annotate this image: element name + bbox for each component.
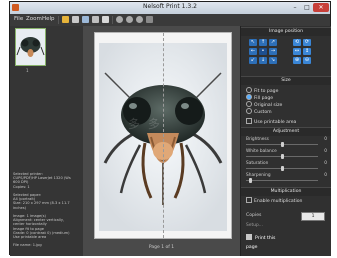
save-icon[interactable]	[72, 16, 79, 23]
print-button[interactable]: Print this page	[246, 234, 286, 250]
saturation-slider[interactable]: Saturation 0	[246, 161, 328, 171]
slider-value: 0	[324, 137, 327, 142]
settings-panel: Image position ↖ ↑ ↗ ← • → ↙ ↓ ↘ ⟲ ⟳ ↔ ↕…	[240, 26, 331, 256]
size-header: Size	[241, 76, 331, 85]
preview-icon[interactable]	[102, 16, 109, 23]
section-title: Image position	[268, 29, 304, 34]
info-line: File name: 1.jpg	[13, 243, 42, 248]
maximize-button[interactable]: □	[301, 3, 313, 12]
brightness-slider[interactable]: Brightness 0	[246, 137, 328, 147]
slider-handle[interactable]	[281, 154, 284, 159]
close-button[interactable]: ✕	[313, 3, 329, 12]
app-window: Nelsoft Print 1.3.2 – □ ✕ File Zoom Help	[9, 1, 331, 256]
toolbar-separator	[112, 16, 113, 24]
align-bottom-right-button[interactable]: ↘	[269, 57, 277, 64]
minimize-button[interactable]: –	[289, 3, 301, 12]
copies-label: Copies	[246, 213, 262, 218]
section-title: Multiplication	[270, 189, 302, 194]
toolbar-separator	[58, 16, 59, 24]
rotate-left-button[interactable]: ⟲	[293, 39, 301, 46]
align-top-button[interactable]: ↑	[259, 39, 267, 46]
slider-value: 0	[324, 149, 327, 154]
slider-label: Brightness	[246, 137, 269, 142]
thumbnail-pane: 1 Selected printer: CUPS/PDF/HP LaserJet…	[10, 26, 83, 256]
printer-icon	[246, 234, 252, 240]
align-bottom-button[interactable]: ↓	[259, 57, 267, 64]
watermark: 多 多	[128, 117, 162, 131]
print-preview-area: 多 多 Page 1 of 1	[83, 26, 240, 256]
checkbox-icon	[246, 197, 252, 203]
slider-label: White balance	[246, 149, 277, 154]
checkbox-label: Use printable area	[254, 120, 297, 125]
flip-horizontal-button[interactable]: ↔	[293, 48, 301, 55]
slider-handle[interactable]	[281, 142, 284, 147]
menu-file[interactable]: File	[14, 16, 23, 22]
multiplication-header: Multiplication	[241, 187, 331, 196]
align-top-left-button[interactable]: ↖	[249, 39, 257, 46]
align-right-button[interactable]: →	[269, 48, 277, 55]
menu-zoom[interactable]: Zoom	[26, 16, 42, 22]
paper-page	[94, 32, 232, 239]
copies-input[interactable]: 1	[301, 212, 325, 221]
align-bottom-left-button[interactable]: ↙	[249, 57, 257, 64]
align-left-button[interactable]: ←	[249, 48, 257, 55]
sharpening-slider[interactable]: Sharpening 0	[246, 173, 328, 183]
adjustment-header: Adjustment	[241, 127, 331, 136]
rotate-right-button[interactable]: ⟳	[303, 39, 311, 46]
open-folder-icon[interactable]	[62, 16, 69, 23]
white-balance-slider[interactable]: White balance 0	[246, 149, 328, 159]
print-icon[interactable]	[82, 16, 89, 23]
slider-handle[interactable]	[281, 166, 284, 171]
size-option-custom[interactable]: Custom	[246, 108, 272, 115]
title-bar: Nelsoft Print 1.3.2 – □ ✕	[10, 2, 330, 14]
align-top-right-button[interactable]: ↗	[269, 39, 277, 46]
radio-circle-icon	[246, 87, 252, 93]
align-center-button[interactable]: •	[259, 48, 267, 55]
thumbnail-caption: 1	[26, 68, 29, 73]
zoom-in-icon[interactable]	[116, 16, 123, 23]
center-guide-line	[163, 33, 164, 238]
zoom-image-out-button[interactable]: ⊖	[303, 57, 311, 64]
section-title: Adjustment	[272, 129, 300, 134]
fit-icon[interactable]	[146, 16, 153, 23]
radio-circle-icon	[246, 101, 252, 107]
window-title: Nelsoft Print 1.3.2	[143, 3, 197, 10]
checkbox-icon	[246, 118, 252, 124]
menu-help[interactable]: Help	[42, 16, 55, 22]
size-option-fit-to-page[interactable]: Fit to page	[246, 87, 278, 94]
slider-handle[interactable]	[249, 178, 252, 183]
size-option-original-size[interactable]: Original size	[246, 101, 282, 108]
settings-icon[interactable]	[92, 16, 99, 23]
print-info-panel: Selected printer: CUPS/PDF/HP LaserJet 1…	[13, 172, 81, 248]
zoom-fit-icon[interactable]	[136, 16, 143, 23]
size-option-fill-page[interactable]: Fill page	[246, 94, 273, 101]
section-title: Size	[281, 78, 291, 83]
radio-circle-icon	[246, 108, 252, 114]
image-thumbnail[interactable]	[15, 28, 46, 66]
zoom-out-icon[interactable]	[126, 16, 133, 23]
radio-selected-icon	[246, 94, 252, 100]
page-indicator: Page 1 of 1	[148, 245, 175, 250]
size-option-label: Custom	[254, 110, 272, 115]
zoom-image-in-button[interactable]: ⊕	[293, 57, 301, 64]
use-printable-area-checkbox[interactable]: Use printable area	[246, 118, 296, 125]
slider-label: Saturation	[246, 161, 269, 166]
setup-button[interactable]: Setup...	[246, 223, 263, 228]
beetle-thumbnail-image	[16, 29, 45, 65]
flip-vertical-button[interactable]: ↕	[303, 48, 311, 55]
image-position-header: Image position	[241, 27, 331, 36]
enable-multiplication-checkbox[interactable]: Enable multiplication	[246, 197, 302, 204]
slider-track[interactable]	[246, 180, 318, 181]
slider-value: 0	[324, 173, 327, 178]
slider-value: 0	[324, 161, 327, 166]
checkbox-label: Enable multiplication	[254, 199, 303, 204]
